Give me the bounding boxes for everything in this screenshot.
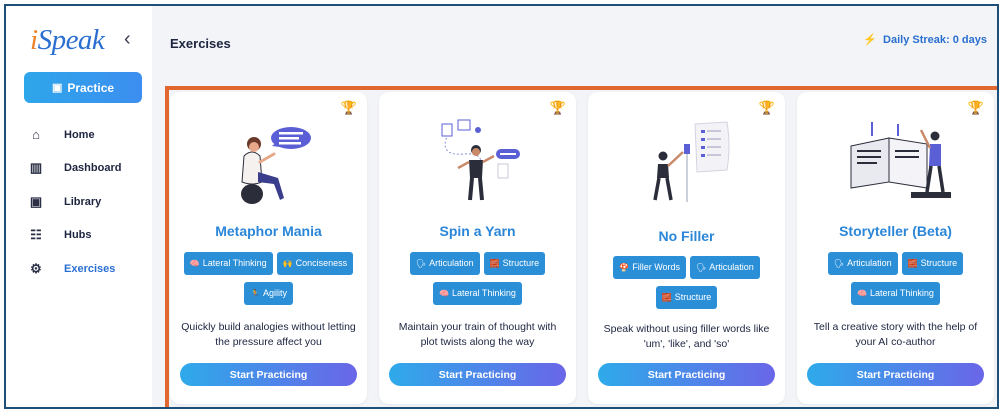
speaking-head-icon: 🗣 <box>833 259 845 268</box>
tag[interactable]: 🍄 Filler Words <box>613 256 687 279</box>
card-description: Quickly build analogies without letting … <box>181 321 356 348</box>
card-title: Storyteller (Beta) <box>839 223 952 239</box>
tag-label: Structure <box>502 258 540 268</box>
speaking-head-icon: 🗣 <box>696 263 707 272</box>
tag[interactable]: 🧱 Structure <box>901 252 964 275</box>
bricks-icon: 🧱 <box>661 293 672 302</box>
card-description: Tell a creative story with the help of y… <box>813 321 978 348</box>
brain-icon: 🧠 <box>857 289 868 298</box>
start-practicing-button[interactable]: Start Practicing <box>807 363 984 386</box>
sidebar-nav: ⌂ Home ▥ Dashboard ▣ Library ☷ Hubs ⚙ Ex… <box>28 118 146 286</box>
sidebar-item-library[interactable]: ▣ Library <box>28 185 146 219</box>
card-tags: 🧠 Lateral Thinking 🙌 Conciseness 🏃 Agility <box>176 252 361 305</box>
card-description: Maintain your train of thought with plot… <box>398 321 557 348</box>
tag-label: Agility <box>262 288 287 298</box>
tag-label: Conciseness <box>295 258 348 268</box>
sidebar-item-exercises[interactable]: ⚙ Exercises <box>28 252 146 286</box>
tag[interactable]: 🏃 Agility <box>244 282 293 305</box>
library-icon: ▣ <box>29 193 43 209</box>
start-practicing-button[interactable]: Start Practicing <box>180 363 357 386</box>
trophy-icon[interactable]: 🏆 <box>968 100 984 116</box>
sidebar: iSpeak ‹ ▣ Practice ⌂ Home ▥ Dashboard ▣… <box>6 6 152 407</box>
sidebar-item-label: Exercises <box>64 262 116 275</box>
tag-label: Lateral Thinking <box>202 258 267 268</box>
start-practicing-button[interactable]: Start Practicing <box>389 363 566 386</box>
start-practicing-button[interactable]: Start Practicing <box>598 363 775 386</box>
bricks-icon: 🧱 <box>907 259 918 268</box>
app-logo[interactable]: iSpeak <box>30 24 105 57</box>
tag-label: Articulation <box>847 258 892 268</box>
daily-streak-label: Daily Streak: 0 days <box>883 34 987 46</box>
tag[interactable]: 🧠 Lateral Thinking <box>851 282 940 305</box>
brain-icon: 🧠 <box>439 289 450 298</box>
exercise-card[interactable]: 🏆 Metaphor Mania 🧠 Lateral Thinking 🙌 Co… <box>170 92 367 404</box>
tag[interactable]: 🧠 Lateral Thinking <box>433 282 522 305</box>
sidebar-item-label: Home <box>64 128 95 141</box>
brain-icon: 🧠 <box>189 259 200 268</box>
tag-label: Articulation <box>429 258 474 268</box>
metaphor-illustration <box>170 116 367 206</box>
speaking-head-icon: 🗣 <box>415 259 427 268</box>
tag-label: Lateral Thinking <box>870 288 934 298</box>
exercise-card[interactable]: 🏆 <box>797 92 994 404</box>
trophy-icon[interactable]: 🏆 <box>341 100 357 116</box>
tag[interactable]: 🧱 Structure <box>655 286 718 309</box>
sidebar-item-hubs[interactable]: ☷ Hubs <box>28 219 146 253</box>
tag[interactable]: 🧱 Structure <box>483 252 546 275</box>
runner-icon: 🏃 <box>250 289 260 298</box>
tag[interactable]: 🗣 Articulation <box>409 252 480 275</box>
tag-label: Lateral Thinking <box>452 288 516 298</box>
card-tags: 🍄 Filler Words 🗣 Articulation 🧱 Structure <box>594 256 779 309</box>
home-icon: ⌂ <box>32 127 40 143</box>
main-content: Exercises ⚡ Daily Streak: 0 days 🏆 Metap… <box>152 6 997 407</box>
lightning-icon: ⚡ <box>863 34 878 46</box>
dashboard-icon: ▥ <box>29 160 43 176</box>
app-window: iSpeak ‹ ▣ Practice ⌂ Home ▥ Dashboard ▣… <box>4 4 999 409</box>
exercise-card[interactable]: 🏆 <box>379 92 576 404</box>
card-tags: 🗣 Articulation 🧱 Structure 🧠 Lateral Thinki… <box>803 252 988 305</box>
card-title: Metaphor Mania <box>215 223 322 239</box>
tag-label: Structure <box>920 258 958 268</box>
practice-button-label: Practice <box>67 80 115 95</box>
spin-a-yarn-illustration <box>379 116 576 206</box>
card-description: Speak without using filler words like 'u… <box>603 323 770 350</box>
tag[interactable]: 🧠 Lateral Thinking <box>183 252 273 275</box>
no-filler-illustration <box>588 116 785 206</box>
card-tags: 🗣 Articulation 🧱 Structure 🧠 Lateral Thinki… <box>385 252 570 305</box>
header: Exercises ⚡ Daily Streak: 0 days <box>152 6 997 78</box>
card-title: Spin a Yarn <box>439 223 516 239</box>
card-title: No Filler <box>658 228 715 244</box>
page-title: Exercises <box>170 36 231 51</box>
practice-button[interactable]: ▣ Practice <box>24 72 142 103</box>
sidebar-item-label: Dashboard <box>64 162 122 175</box>
mushroom-icon: 🍄 <box>619 263 630 272</box>
trophy-icon[interactable]: 🏆 <box>550 100 566 116</box>
hubs-icon: ☷ <box>30 227 42 243</box>
trophy-icon[interactable]: 🏆 <box>759 100 775 116</box>
bricks-icon: 🧱 <box>489 259 500 268</box>
tag-label: Structure <box>674 292 712 302</box>
tag-label: Articulation <box>709 262 754 272</box>
exercise-card[interactable]: 🏆 No Filler 🍄 Filler Words 🗣 Articulatio… <box>588 92 785 404</box>
tag[interactable]: 🗣 Articulation <box>690 256 760 279</box>
sidebar-item-home[interactable]: ⌂ Home <box>28 118 146 152</box>
exercises-icon: ⚙ <box>30 260 42 276</box>
tag-label: Filler Words <box>632 262 681 272</box>
raised-hands-icon: 🙌 <box>282 259 293 268</box>
video-icon: ▣ <box>51 82 63 94</box>
tag[interactable]: 🗣 Articulation <box>827 252 898 275</box>
exercise-cards: 🏆 Metaphor Mania 🧠 Lateral Thinking 🙌 Co… <box>170 92 994 404</box>
chevron-left-icon[interactable]: ‹ <box>124 28 131 51</box>
daily-streak[interactable]: ⚡ Daily Streak: 0 days <box>863 33 987 46</box>
sidebar-item-label: Library <box>64 195 102 208</box>
sidebar-item-dashboard[interactable]: ▥ Dashboard <box>28 152 146 186</box>
tag[interactable]: 🙌 Conciseness <box>276 252 354 275</box>
storyteller-illustration <box>797 116 994 206</box>
sidebar-item-label: Hubs <box>64 229 92 242</box>
